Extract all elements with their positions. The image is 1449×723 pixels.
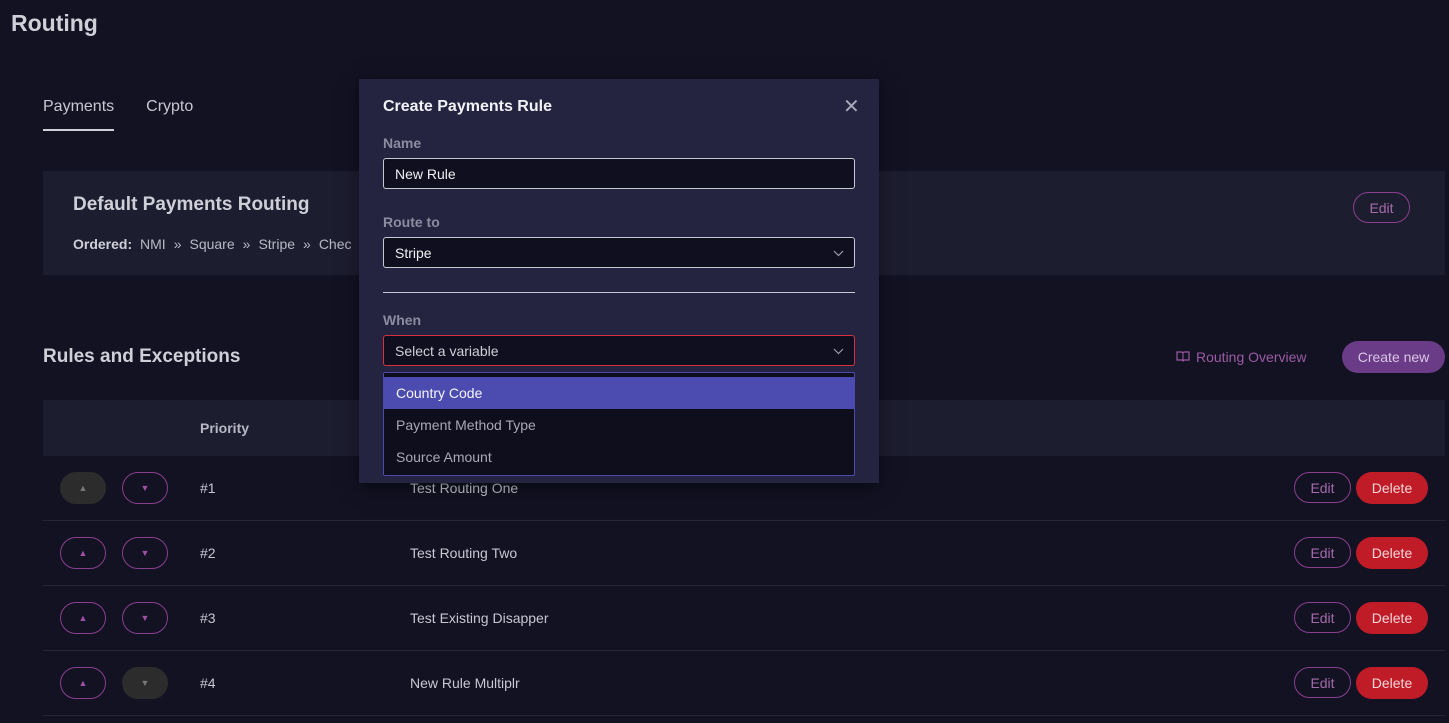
- row-edit-button[interactable]: Edit: [1294, 472, 1351, 503]
- provider: Square: [189, 236, 235, 252]
- row-name: New Rule Multiplr: [410, 675, 520, 691]
- modal-title: Create Payments Rule: [383, 98, 552, 115]
- move-down-button[interactable]: ▼: [122, 537, 168, 569]
- row-delete-button[interactable]: Delete: [1356, 472, 1428, 504]
- book-icon: [1176, 349, 1190, 365]
- row-priority: #4: [200, 675, 216, 691]
- move-up-button[interactable]: ▲: [60, 602, 106, 634]
- page-title: Routing: [11, 10, 98, 36]
- row-priority: #3: [200, 610, 216, 626]
- table-row: ▲ ▼ #3 Test Existing Disapper Edit Delet…: [43, 586, 1445, 651]
- row-priority: #1: [200, 480, 216, 496]
- table-row: ▲ ▼ #4 New Rule Multiplr Edit Delete: [43, 651, 1445, 716]
- name-field[interactable]: [383, 158, 855, 189]
- option-payment-method-type[interactable]: Payment Method Type: [384, 409, 854, 441]
- tab-crypto[interactable]: Crypto: [146, 98, 193, 131]
- route-to-select[interactable]: Stripe: [383, 237, 855, 268]
- row-edit-button[interactable]: Edit: [1294, 602, 1351, 633]
- separator: »: [173, 236, 182, 252]
- provider: Stripe: [258, 236, 296, 252]
- chevron-down-icon: [833, 344, 844, 358]
- divider: [383, 292, 855, 293]
- row-name: Test Existing Disapper: [410, 610, 549, 626]
- default-routing-edit-button[interactable]: Edit: [1353, 192, 1410, 223]
- triangle-down-icon: ▼: [140, 678, 150, 688]
- row-edit-button[interactable]: Edit: [1294, 667, 1351, 698]
- option-country-code[interactable]: Country Code: [384, 377, 854, 409]
- row-name: Test Routing Two: [410, 545, 518, 561]
- when-variable-select[interactable]: Select a variable: [383, 335, 855, 366]
- row-delete-button[interactable]: Delete: [1356, 667, 1428, 699]
- default-routing-title: Default Payments Routing: [73, 194, 310, 215]
- close-icon[interactable]: ✕: [843, 97, 860, 117]
- separator: »: [242, 236, 251, 252]
- name-label: Name: [383, 135, 422, 151]
- rules-title: Rules and Exceptions: [43, 346, 241, 367]
- triangle-down-icon: ▼: [140, 483, 150, 493]
- move-down-button[interactable]: ▼: [122, 472, 168, 504]
- triangle-down-icon: ▼: [140, 548, 150, 558]
- row-delete-button[interactable]: Delete: [1356, 602, 1428, 634]
- move-down-button[interactable]: ▼: [122, 602, 168, 634]
- tab-payments[interactable]: Payments: [43, 98, 115, 131]
- triangle-up-icon: ▲: [78, 483, 88, 493]
- ordered-providers: Ordered: NMI » Square » Stripe » Chec: [73, 236, 352, 252]
- move-up-button[interactable]: ▲: [60, 667, 106, 699]
- tab-bar: Payments Crypto: [43, 98, 193, 131]
- route-to-label: Route to: [383, 214, 440, 230]
- routing-overview-link[interactable]: Routing Overview: [1176, 349, 1307, 365]
- option-source-amount[interactable]: Source Amount: [384, 441, 854, 473]
- provider: NMI: [140, 236, 166, 252]
- when-placeholder: Select a variable: [395, 342, 499, 359]
- chevron-down-icon: [833, 246, 844, 260]
- provider: Chec: [318, 236, 352, 252]
- routing-overview-label: Routing Overview: [1196, 349, 1307, 365]
- move-up-button[interactable]: ▲: [60, 537, 106, 569]
- row-delete-button[interactable]: Delete: [1356, 537, 1428, 569]
- row-edit-button[interactable]: Edit: [1294, 537, 1351, 568]
- when-label: When: [383, 312, 422, 328]
- route-to-value: Stripe: [395, 244, 432, 261]
- move-down-button[interactable]: ▼: [122, 667, 168, 699]
- table-row: ▲ ▼ #2 Test Routing Two Edit Delete: [43, 521, 1445, 586]
- triangle-down-icon: ▼: [140, 613, 150, 623]
- separator: »: [303, 236, 311, 252]
- triangle-up-icon: ▲: [78, 678, 88, 688]
- triangle-up-icon: ▲: [78, 613, 88, 623]
- ordered-label: Ordered:: [73, 236, 133, 252]
- priority-column-header: Priority: [200, 420, 250, 436]
- move-up-button[interactable]: ▲: [60, 472, 106, 504]
- create-new-button[interactable]: Create new: [1342, 341, 1445, 373]
- row-priority: #2: [200, 545, 216, 561]
- triangle-up-icon: ▲: [78, 548, 88, 558]
- variable-dropdown-menu: Country Code Payment Method Type Source …: [383, 372, 855, 476]
